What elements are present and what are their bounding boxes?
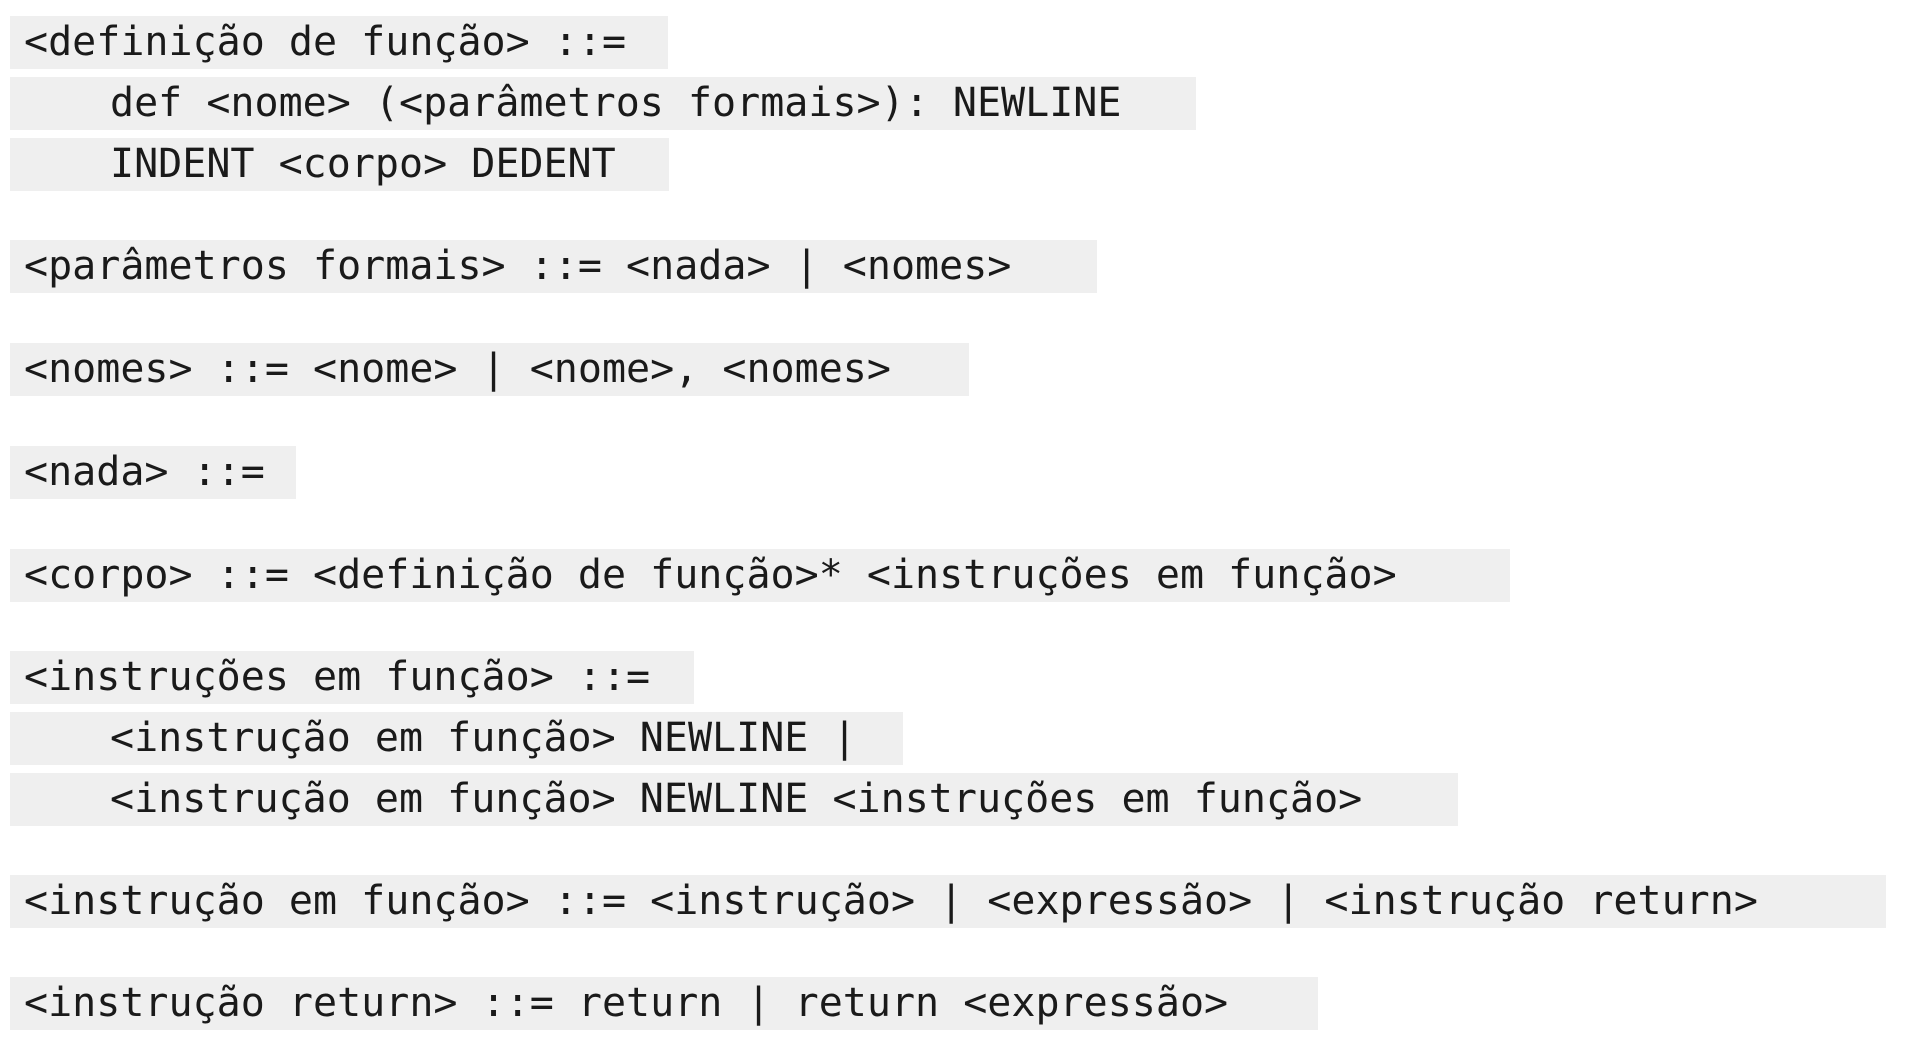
rule-corpo: <corpo> ::= <definição de função>* <inst…: [10, 549, 1510, 602]
rule-instrucao-return: <instrução return> ::= return | return <…: [10, 977, 1318, 1030]
rule-instrucoes-em-funcao-line-2: <instrução em função> NEWLINE |: [10, 712, 903, 765]
rule-definicao-de-funcao-head: <definição de função> ::=: [10, 16, 668, 69]
rule-parametros-formais: <parâmetros formais> ::= <nada> | <nomes…: [10, 240, 1097, 293]
rule-nomes: <nomes> ::= <nome> | <nome>, <nomes>: [10, 343, 969, 396]
rule-nada: <nada> ::=: [10, 446, 296, 499]
rule-instrucao-em-funcao: <instrução em função> ::= <instrução> | …: [10, 875, 1886, 928]
rule-definicao-de-funcao-line-2: def <nome> (<parâmetros formais>): NEWLI…: [10, 77, 1196, 130]
rule-instrucoes-em-funcao-head: <instruções em função> ::=: [10, 651, 694, 704]
rule-instrucoes-em-funcao-line-3: <instrução em função> NEWLINE <instruçõe…: [10, 773, 1458, 826]
grammar-document: <definição de função> ::= def <nome> (<p…: [0, 0, 1928, 1050]
rule-definicao-de-funcao-line-3: INDENT <corpo> DEDENT: [10, 138, 669, 191]
